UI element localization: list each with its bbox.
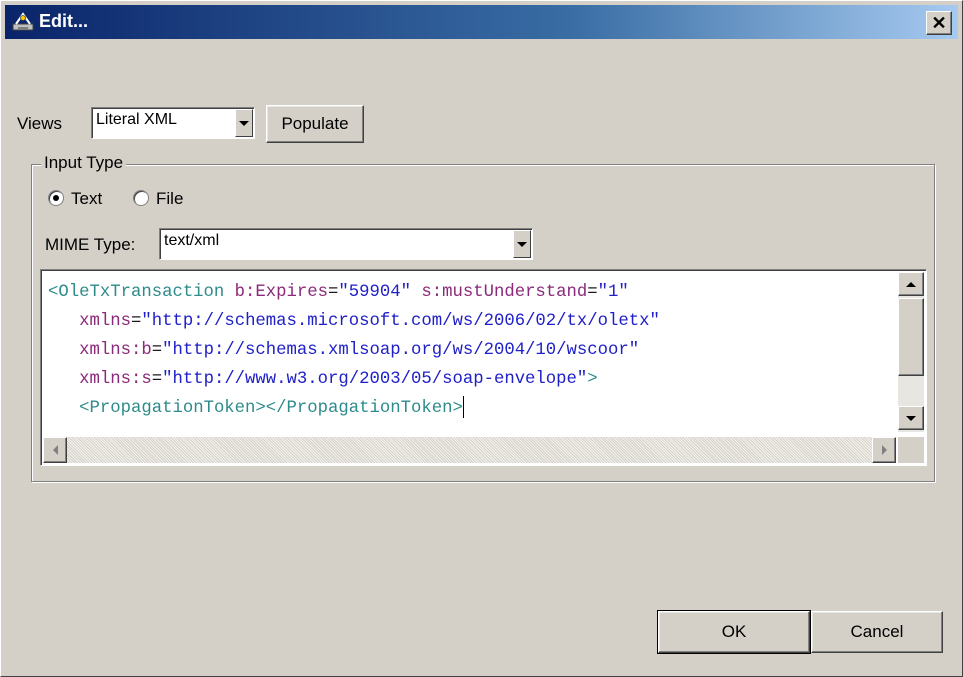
edit-dialog: Edit... ✕ Views Literal XML Populate Inp…	[0, 0, 963, 677]
app-icon	[12, 12, 34, 31]
code-line: xmlns="http://schemas.microsoft.com/ws/2…	[48, 307, 660, 336]
vertical-scroll-thumb[interactable]	[898, 298, 924, 376]
code-token-attr: xmlns	[79, 312, 131, 331]
views-label: Views	[17, 114, 63, 133]
code-token-tag: <OleTxTransaction	[48, 283, 235, 302]
code-token-attr: xmlns:s	[79, 370, 152, 389]
scroll-left-button[interactable]	[43, 437, 67, 463]
xml-editor[interactable]: <OleTxTransaction b:Expires="59904" s:mu…	[40, 269, 927, 466]
code-line: <OleTxTransaction b:Expires="59904" s:mu…	[48, 278, 660, 307]
mime-type-selected-value: text/xml	[164, 232, 220, 249]
scroll-right-button[interactable]	[872, 437, 896, 463]
scroll-down-button[interactable]	[898, 406, 924, 430]
vertical-scrollbar[interactable]	[898, 272, 924, 432]
input-type-legend: Input Type	[41, 153, 127, 173]
chevron-down-icon	[239, 120, 249, 126]
code-token-punct	[48, 341, 79, 360]
cancel-button-label: Cancel	[850, 622, 904, 641]
views-dropdown-button[interactable]	[235, 109, 253, 137]
code-token-val: "1"	[597, 283, 629, 302]
code-token-punct	[411, 283, 421, 302]
code-token-punct: =	[587, 283, 598, 302]
arrow-down-icon	[906, 415, 916, 421]
code-line: <PropagationToken></PropagationToken>	[48, 394, 660, 423]
code-token-val: "http://schemas.xmlsoap.org/ws/2004/10/w…	[162, 341, 640, 360]
chevron-down-icon	[517, 241, 527, 247]
mime-type-select[interactable]: text/xml	[159, 228, 533, 260]
close-button[interactable]: ✕	[926, 11, 952, 35]
code-token-punct	[48, 370, 79, 389]
ok-button[interactable]: OK	[657, 610, 811, 654]
code-token-punct: =	[151, 341, 163, 360]
code-token-punct: =	[328, 283, 339, 302]
code-token-tag: <PropagationToken></PropagationToken>	[79, 399, 463, 418]
code-token-val: "http://www.w3.org/2003/05/soap-envelope…	[162, 370, 588, 389]
radio-selected-dot	[53, 195, 59, 201]
populate-button-label: Populate	[281, 114, 349, 133]
code-token-attr: s:mustUnderstand	[421, 283, 588, 302]
arrow-left-icon	[52, 445, 58, 455]
code-token-punct	[48, 399, 79, 418]
window-title: Edit...	[39, 11, 88, 31]
mime-type-dropdown-button[interactable]	[513, 230, 531, 258]
ok-button-label: OK	[721, 622, 747, 641]
radio-text-label[interactable]: Text	[71, 189, 102, 209]
scrollbar-corner	[898, 437, 924, 463]
close-icon: ✕	[931, 13, 947, 33]
code-token-attr: xmlns:b	[79, 341, 152, 360]
horizontal-scrollbar[interactable]	[43, 437, 896, 463]
radio-text[interactable]	[48, 190, 64, 206]
code-line: xmlns:b="http://schemas.xmlsoap.org/ws/2…	[48, 336, 660, 365]
cancel-button[interactable]: Cancel	[811, 611, 943, 653]
radio-file[interactable]	[133, 190, 149, 206]
radio-file-label[interactable]: File	[156, 189, 183, 209]
code-token-attr: b:Expires	[234, 283, 329, 302]
arrow-up-icon	[906, 281, 916, 287]
views-select[interactable]: Literal XML	[91, 107, 255, 139]
text-caret	[462, 396, 464, 419]
code-token-punct: =	[151, 370, 163, 389]
code-token-val: "http://schemas.microsoft.com/ws/2006/02…	[141, 312, 660, 331]
views-selected-value: Literal XML	[96, 111, 177, 128]
arrow-right-icon	[881, 445, 887, 455]
xml-code[interactable]: <OleTxTransaction b:Expires="59904" s:mu…	[48, 278, 660, 423]
code-token-punct: =	[130, 312, 142, 331]
code-token-val: "59904"	[338, 283, 411, 302]
code-token-tag: >	[587, 370, 598, 389]
mime-type-label: MIME Type:	[45, 235, 136, 254]
code-token-punct	[48, 312, 79, 331]
code-line: xmlns:s="http://www.w3.org/2003/05/soap-…	[48, 365, 660, 394]
title-bar[interactable]: Edit... ✕	[5, 5, 958, 39]
populate-button[interactable]: Populate	[266, 105, 364, 143]
scroll-up-button[interactable]	[898, 272, 924, 296]
